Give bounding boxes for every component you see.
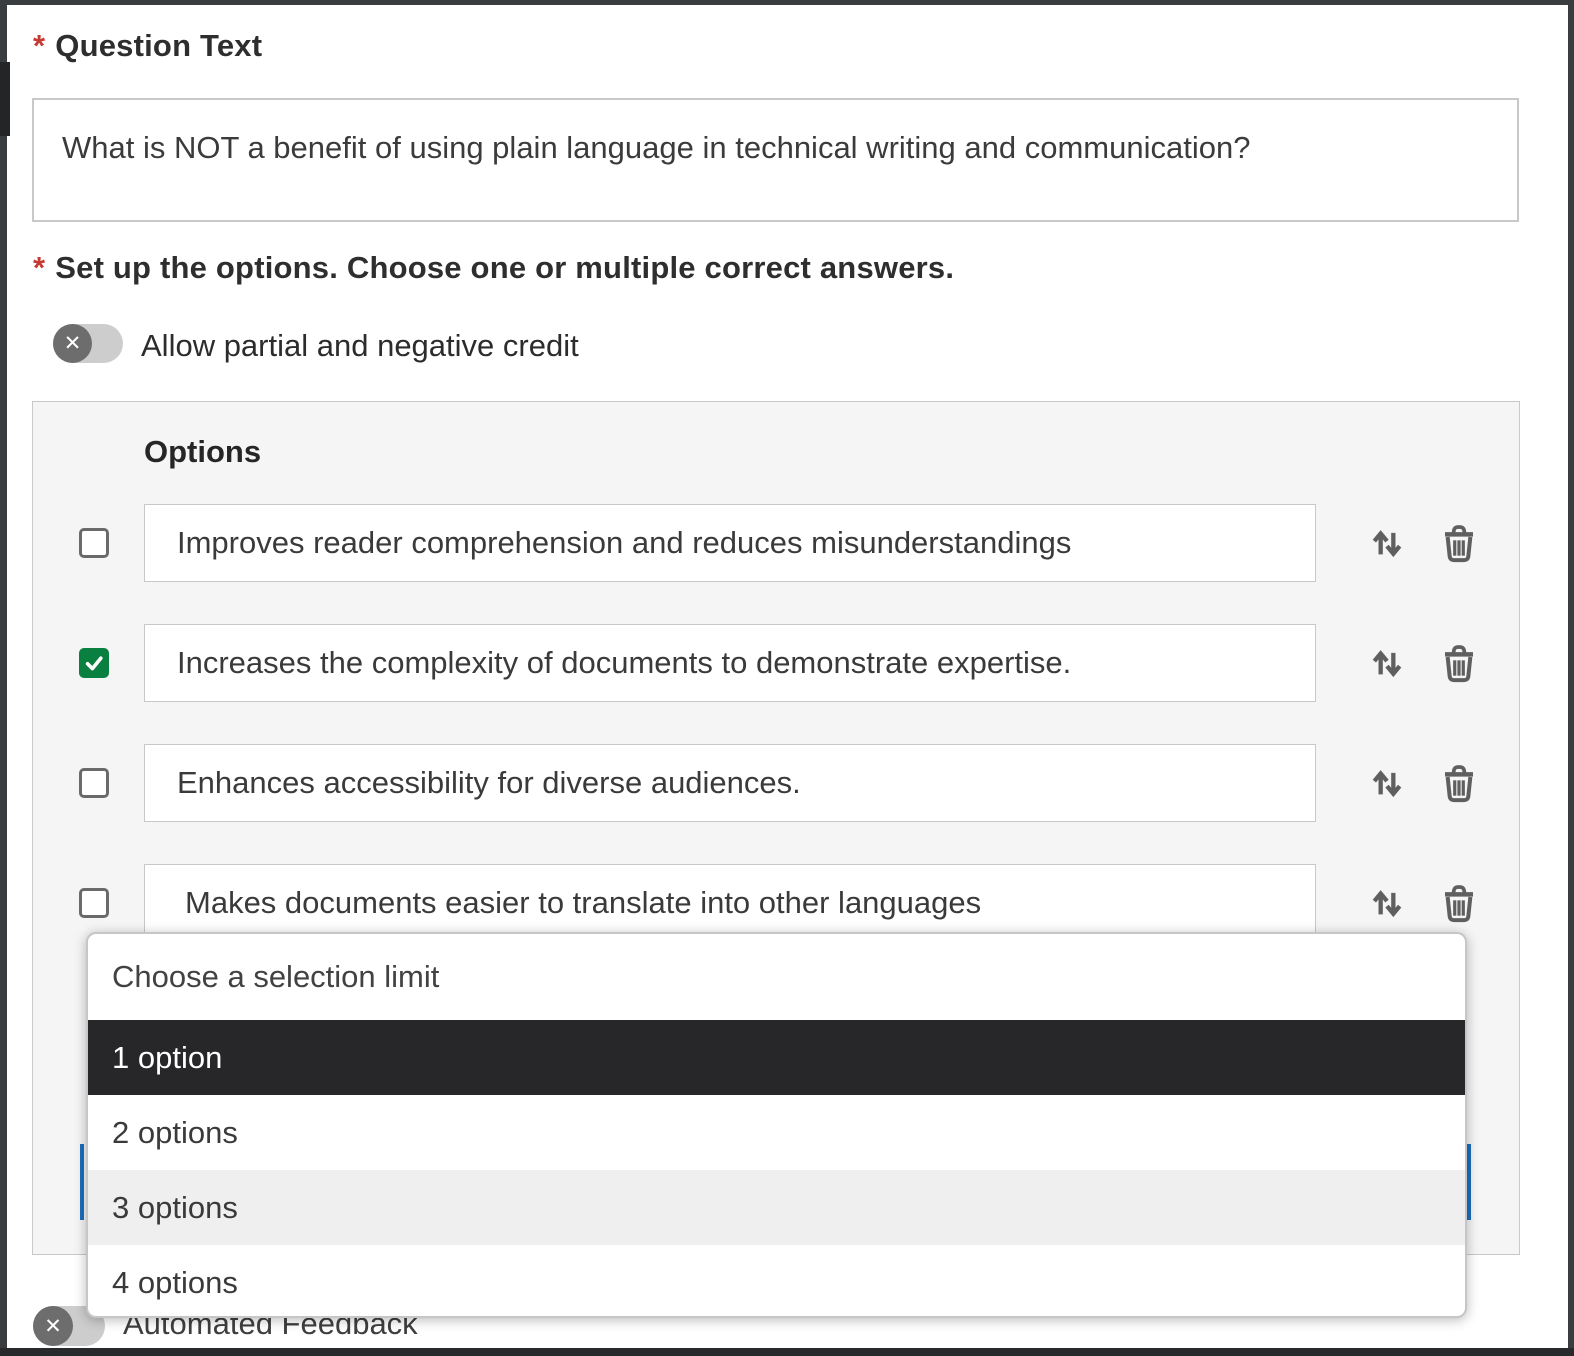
screenshot-border [0, 0, 1574, 5]
reorder-icon[interactable] [1365, 881, 1409, 925]
question-text-value: What is NOT a benefit of using plain lan… [62, 130, 1250, 166]
trash-icon[interactable] [1437, 881, 1481, 925]
screenshot-border [0, 1348, 1574, 1356]
dropdown-item[interactable]: 4 options [88, 1245, 1465, 1318]
selection-limit-button-focus-edge [80, 1144, 84, 1220]
reorder-icon[interactable] [1365, 521, 1409, 565]
scrollbar-thumb[interactable] [0, 62, 10, 136]
setup-options-label-text: Set up the options. Choose one or multip… [55, 250, 954, 285]
option-row: Enhances accessibility for diverse audie… [33, 744, 1519, 822]
option-row: Makes documents easier to translate into… [33, 864, 1519, 942]
toggle-off-x-icon: ✕ [33, 1306, 73, 1346]
option-text: Enhances accessibility for diverse audie… [177, 765, 801, 801]
screenshot-border [0, 0, 7, 1356]
question-editor-page: * Question Text What is NOT a benefit of … [0, 0, 1574, 1356]
option-text: Makes documents easier to translate into… [185, 885, 981, 921]
dropdown-item[interactable]: 1 option [88, 1020, 1465, 1095]
dropdown-header: Choose a selection limit [88, 934, 1465, 1020]
options-panel-title: Options [144, 434, 261, 470]
question-text-label-text: Question Text [55, 28, 262, 63]
option-text: Improves reader comprehension and reduce… [177, 525, 1071, 561]
required-asterisk: * [33, 28, 45, 63]
option-text-input[interactable]: Increases the complexity of documents to… [144, 624, 1316, 702]
option-checkbox[interactable] [79, 768, 109, 798]
option-text: Increases the complexity of documents to… [177, 645, 1071, 681]
selection-limit-dropdown: Choose a selection limit 1 option 2 opti… [86, 932, 1467, 1318]
trash-icon[interactable] [1437, 641, 1481, 685]
option-checkbox[interactable] [79, 888, 109, 918]
question-text-label: * Question Text [33, 28, 262, 64]
option-checkbox[interactable] [79, 528, 109, 558]
trash-icon[interactable] [1437, 761, 1481, 805]
partial-credit-toggle-label: Allow partial and negative credit [141, 328, 579, 364]
dropdown-item[interactable]: 2 options [88, 1095, 1465, 1170]
option-text-input[interactable]: Enhances accessibility for diverse audie… [144, 744, 1316, 822]
setup-options-label: * Set up the options. Choose one or multi… [33, 250, 954, 286]
partial-credit-toggle[interactable]: ✕ [53, 324, 123, 363]
question-text-input[interactable]: What is NOT a benefit of using plain lan… [32, 98, 1519, 222]
option-text-input[interactable]: Improves reader comprehension and reduce… [144, 504, 1316, 582]
dropdown-item[interactable]: 3 options [88, 1170, 1465, 1245]
option-text-input[interactable]: Makes documents easier to translate into… [144, 864, 1316, 942]
trash-icon[interactable] [1437, 521, 1481, 565]
option-row: Increases the complexity of documents to… [33, 624, 1519, 702]
screenshot-border [1568, 0, 1574, 1356]
option-row: Improves reader comprehension and reduce… [33, 504, 1519, 582]
selection-limit-button-focus-edge [1467, 1144, 1471, 1220]
option-checkbox[interactable] [79, 648, 109, 678]
required-asterisk: * [33, 250, 45, 285]
reorder-icon[interactable] [1365, 641, 1409, 685]
toggle-off-x-icon: ✕ [53, 324, 92, 363]
reorder-icon[interactable] [1365, 761, 1409, 805]
